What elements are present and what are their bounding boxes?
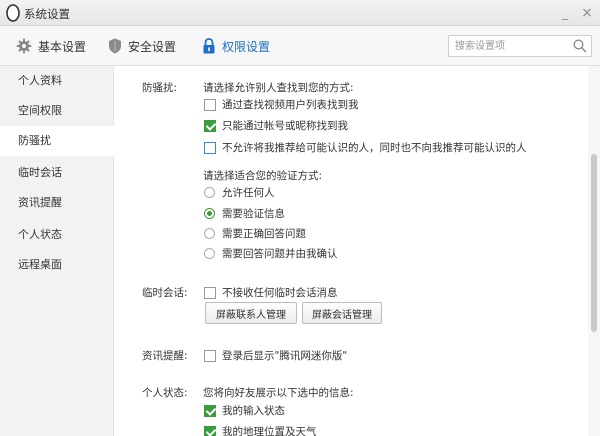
scrollbar-thumb[interactable]: [591, 154, 597, 332]
option-label: 只能通过帐号或昵称找到我: [222, 120, 348, 132]
sidebar-item-personal-status[interactable]: 个人状态: [0, 220, 113, 250]
checkbox[interactable]: [204, 425, 216, 436]
shield-icon: [109, 38, 121, 54]
show-location-weather-checkbox[interactable]: 我的地理位置及天气: [204, 424, 317, 436]
tab-label: 安全设置: [128, 39, 177, 54]
tab-basic-settings[interactable]: 基本设置: [16, 26, 86, 66]
lock-icon: [203, 38, 215, 54]
status-prompt: 您将向好友展示以下选中的信息:: [203, 387, 354, 399]
no-recommend-checkbox[interactable]: 不允许将我推荐给可能认识的人，同时也不向我推荐可能认识的人: [204, 140, 527, 155]
tab-permission-settings[interactable]: 权限设置: [202, 26, 270, 66]
verify-method-prompt: 请选择适合您的验证方式:: [203, 170, 323, 182]
checkbox[interactable]: [204, 404, 216, 417]
tab-label: 权限设置: [222, 39, 271, 54]
close-button[interactable]: ×: [578, 4, 596, 22]
option-label: 不允许将我推荐给可能认识的人，同时也不向我推荐可能认识的人: [222, 142, 527, 154]
window-title: 系统设置: [24, 7, 70, 21]
checkbox[interactable]: [204, 98, 216, 111]
verify-correct-answer-radio[interactable]: 需要正确回答问题: [204, 226, 306, 241]
search-box: [448, 35, 592, 57]
checkbox[interactable]: [204, 119, 216, 132]
sidebar-item-temp-session[interactable]: 临时会话: [0, 158, 113, 188]
checkbox[interactable]: [204, 141, 216, 154]
verify-need-info-radio[interactable]: 需要验证信息: [204, 206, 285, 221]
option-label: 不接收任何临时会话消息: [222, 287, 338, 299]
radio[interactable]: [204, 208, 215, 219]
tab-bar: 基本设置 安全设置 权限设置: [0, 26, 600, 66]
sidebar: 个人资料 空间权限 防骚扰 临时会话 资讯提醒 个人状态 远程桌面: [0, 66, 114, 436]
block-contacts-manage-button[interactable]: 屏蔽联系人管理: [205, 302, 297, 324]
option-label: 需要回答问题并由我确认: [222, 248, 338, 260]
search-input[interactable]: [449, 36, 567, 56]
section-label-personal-status: 个人状态:: [142, 387, 188, 399]
find-via-account-checkbox[interactable]: 只能通过帐号或昵称找到我: [204, 118, 348, 133]
option-label: 我的输入状态: [222, 405, 285, 417]
show-typing-status-checkbox[interactable]: 我的输入状态: [204, 403, 285, 418]
radio[interactable]: [204, 187, 215, 198]
option-label: 登录后显示"腾讯网迷你版": [222, 350, 348, 362]
section-label-news-reminder: 资讯提醒:: [142, 350, 188, 362]
block-sessions-manage-button[interactable]: 屏蔽会话管理: [302, 302, 382, 324]
title-bar: 系统设置 _ ×: [0, 0, 600, 26]
sidebar-item-profile[interactable]: 个人资料: [0, 66, 113, 96]
sidebar-item-remote-desktop[interactable]: 远程桌面: [0, 250, 113, 280]
section-label-temp-session: 临时会话:: [142, 287, 188, 299]
find-method-prompt: 请选择允许别人查找到您的方式:: [203, 82, 354, 94]
radio[interactable]: [204, 228, 215, 239]
tab-label: 基本设置: [38, 39, 87, 54]
section-label-anti-harassment: 防骚扰:: [142, 82, 178, 94]
radio[interactable]: [204, 248, 215, 259]
scrollbar[interactable]: [588, 66, 600, 436]
option-label: 允许任何人: [222, 187, 275, 199]
tab-security-settings[interactable]: 安全设置: [108, 26, 176, 66]
option-label: 需要正确回答问题: [222, 228, 306, 240]
gear-icon: [16, 38, 32, 54]
penguin-icon: [6, 4, 20, 22]
minimize-button[interactable]: _: [556, 4, 574, 22]
find-via-video-list-checkbox[interactable]: 通过查找视频用户列表找到我: [204, 97, 359, 112]
settings-panel: [114, 66, 600, 436]
sidebar-item-space-permission[interactable]: 空间权限: [0, 96, 113, 126]
reject-temp-session-checkbox[interactable]: 不接收任何临时会话消息: [204, 285, 338, 300]
verify-answer-and-confirm-radio[interactable]: 需要回答问题并由我确认: [204, 246, 338, 261]
show-tencent-mini-checkbox[interactable]: 登录后显示"腾讯网迷你版": [204, 348, 347, 363]
checkbox[interactable]: [204, 286, 216, 299]
option-label: 通过查找视频用户列表找到我: [222, 99, 359, 111]
search-icon[interactable]: [573, 39, 587, 53]
option-label: 我的地理位置及天气: [222, 426, 317, 436]
option-label: 需要验证信息: [222, 208, 285, 220]
verify-allow-anyone-radio[interactable]: 允许任何人: [204, 185, 275, 200]
sidebar-item-anti-harassment[interactable]: 防骚扰: [0, 126, 114, 156]
checkbox[interactable]: [204, 349, 216, 362]
sidebar-item-news-reminder[interactable]: 资讯提醒: [0, 188, 113, 218]
